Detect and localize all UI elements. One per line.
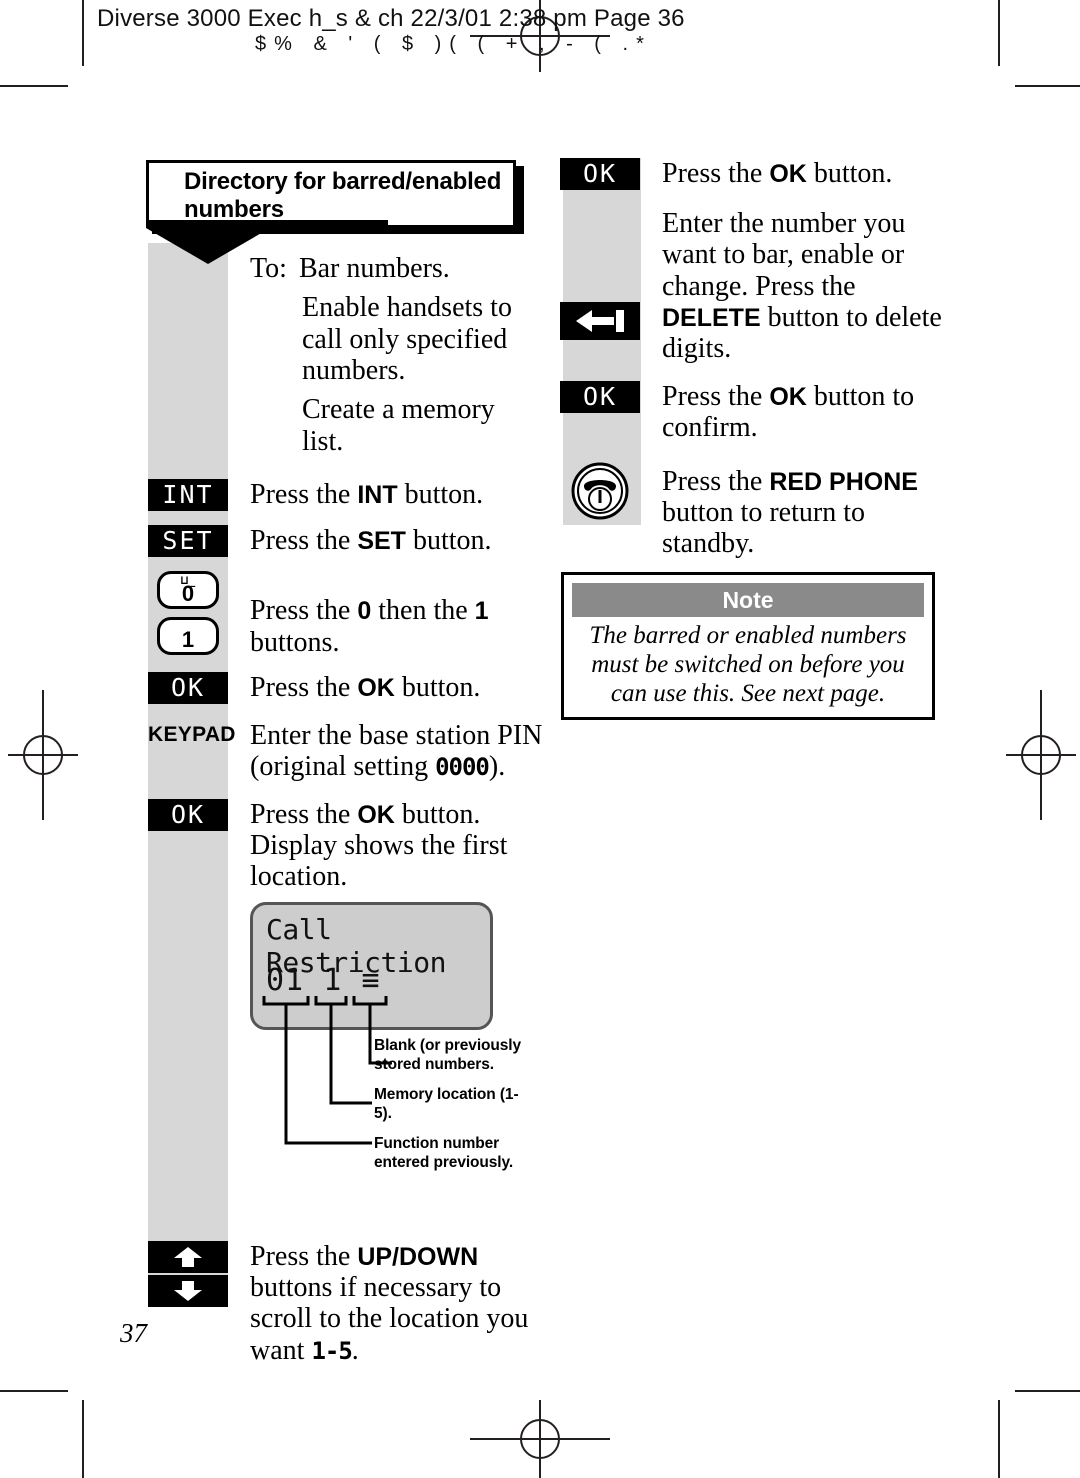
step-keypad-text: Enter the base station PIN (original set… (250, 719, 543, 783)
intro-block: To: Bar numbers. Enable handsets to call… (148, 253, 543, 457)
ok-key-cell-2: OK (148, 798, 228, 831)
note-header: Note (572, 583, 924, 617)
crop-mark-bottom-right-vertical (998, 1400, 1000, 1478)
zero-key-digit: 0 (181, 581, 195, 607)
red-phone-key-cell (560, 462, 640, 520)
intro-line-2: Create a memory list. (302, 394, 495, 457)
step-set: SET Press the SET button. (148, 525, 543, 558)
crop-mark-top-left-vertical (82, 0, 84, 66)
zero-one-key-cell: ⊔_ 0 1 (148, 571, 228, 656)
printer-header-line-2: $% & ' ( $ )( ( + , - ( .* (255, 33, 652, 55)
crop-mark-bottom-right-horizontal (1015, 1390, 1080, 1392)
right-ok-key-cell-2: OK (560, 380, 640, 413)
step-zero-one: ⊔_ 0 1 Press the 0 then the 1 buttons. (148, 571, 543, 658)
crop-mark-top-right-horizontal (1015, 85, 1080, 87)
lcd-annotation-blank: Blank (or previously stored numbers. (374, 1037, 522, 1073)
step-ok-2: OK Press the OK button. Display shows th… (148, 798, 543, 893)
delete-key-icon[interactable] (560, 302, 640, 341)
crop-mark-bottom-left-horizontal (0, 1390, 68, 1392)
step-right-ok-2: OK Press the OK button to confirm. (560, 380, 950, 444)
step-ok-1: OK Press the OK button. (148, 671, 543, 704)
manual-page: Diverse 3000 Exec h_s & ch 22/3/01 2:38 … (0, 0, 1080, 1478)
intro-label: To: (250, 253, 287, 284)
registration-mark-bottom (470, 1400, 610, 1478)
ok-key-cell-1: OK (148, 671, 228, 704)
left-column: To: Bar numbers. Enable handsets to call… (148, 150, 543, 1366)
step-right-ok-2-text: Press the OK button to confirm. (662, 380, 915, 444)
step-set-text: Press the SET button. (250, 525, 492, 557)
crop-mark-bottom-left-vertical (82, 1400, 84, 1478)
int-key-icon[interactable]: INT (148, 479, 228, 512)
registration-mark-right (1006, 690, 1076, 820)
zero-key-icon[interactable]: ⊔_ 0 (157, 571, 219, 610)
up-down-key-cell (148, 1240, 228, 1307)
step-int-text: Press the INT button. (250, 479, 484, 511)
ok-key-icon-3[interactable]: OK (560, 158, 640, 190)
page-number: 37 (120, 1318, 147, 1348)
step-keypad: KEYPAD Enter the base station PIN (origi… (148, 720, 543, 783)
set-key-icon[interactable]: SET (148, 525, 228, 558)
note-box: Note The barred or enabled numbers must … (561, 572, 935, 720)
crop-mark-top-left-horizontal (0, 85, 68, 87)
intro-line-1: Enable handsets to call only specified n… (302, 292, 512, 387)
lcd-annotation-function: Function number entered previously. (374, 1135, 514, 1171)
delete-key-cell (560, 218, 640, 341)
registration-mark-left (8, 690, 78, 820)
step-delete: DELETE button to delete digits. (560, 218, 950, 365)
set-key-cell: SET (148, 525, 228, 558)
keypad-label-cell: KEYPAD (148, 720, 236, 750)
down-arrow-key-icon[interactable] (148, 1274, 228, 1307)
ok-key-icon-4[interactable]: OK (560, 380, 640, 413)
step-zero-one-text: Press the 0 then the 1 buttons. (250, 595, 489, 658)
step-ok-2-text: Press the OK button. Display shows the f… (250, 798, 508, 893)
up-arrow-key-icon[interactable] (148, 1240, 228, 1273)
step-int: INT Press the INT button. (148, 479, 543, 512)
crop-mark-top-right-vertical (998, 0, 1000, 66)
one-key-digit: 1 (181, 627, 195, 653)
one-key-icon[interactable]: 1 (157, 617, 219, 656)
step-right-ok-1-text: Press the OK button. (662, 158, 893, 189)
step-delete-text: DELETE button to delete digits. (662, 302, 942, 365)
ok-key-icon[interactable]: OK (148, 671, 228, 704)
keypad-label: KEYPAD (148, 722, 236, 746)
step-red-phone: Press the RED PHONE button to return to … (560, 462, 950, 560)
step-up-down-text: Press the UP/DOWN buttons if necessary t… (250, 1240, 529, 1366)
step-right-ok-1: OK Press the OK button. (560, 158, 950, 190)
right-column: OK Press the OK button. Enter the number… (560, 150, 950, 560)
ok-key-icon-2[interactable]: OK (148, 798, 228, 831)
red-phone-key-icon[interactable] (560, 462, 640, 520)
intro-text: To: Bar numbers. Enable handsets to call… (228, 253, 543, 457)
lcd-annotation-memory: Memory location (1-5). (374, 1086, 519, 1122)
step-ok-1-text: Press the OK button. (250, 671, 481, 703)
intro-line-0: Bar numbers. (298, 253, 450, 284)
int-key-cell: INT (148, 479, 228, 512)
printer-header-line-1: Diverse 3000 Exec h_s & ch 22/3/01 2:38 … (97, 5, 685, 32)
step-up-down: Press the UP/DOWN buttons if necessary t… (148, 1240, 543, 1366)
note-body: The barred or enabled numbers must be sw… (589, 622, 907, 707)
right-ok-key-cell-1: OK (560, 158, 640, 190)
step-red-phone-text: Press the RED PHONE button to return to … (662, 465, 918, 560)
